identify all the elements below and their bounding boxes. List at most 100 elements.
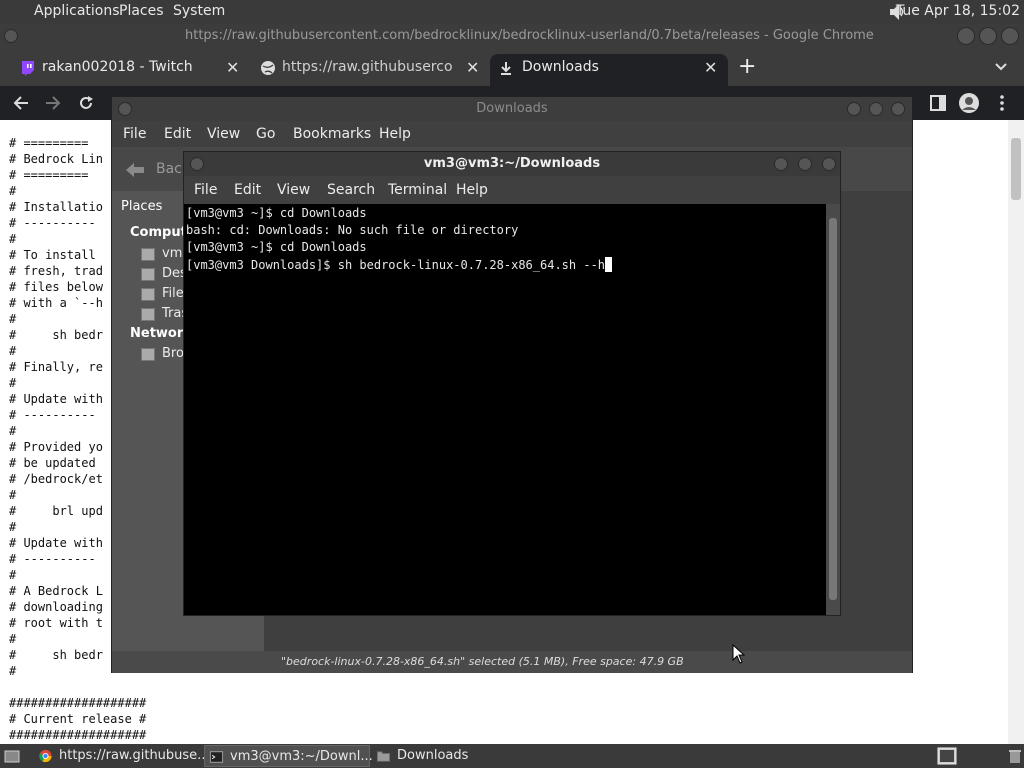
maximize-button[interactable]	[869, 102, 883, 116]
menu-terminal[interactable]: Terminal	[388, 182, 447, 198]
terminal-output[interactable]: [vm3@vm3 ~]$ cd Downloads bash: cd: Down…	[184, 204, 826, 615]
chrome-icon	[39, 749, 52, 763]
minimize-button[interactable]	[847, 102, 861, 116]
back-arrow-icon[interactable]	[124, 161, 146, 179]
maximize-button[interactable]	[798, 157, 812, 171]
close-button[interactable]	[822, 157, 836, 171]
menu-go[interactable]: Go	[256, 126, 275, 142]
menu-help[interactable]: Help	[379, 126, 411, 142]
back-button-label[interactable]: Bac	[156, 161, 182, 177]
page-text-line: # sh bedr	[9, 648, 103, 662]
maximize-button[interactable]	[979, 27, 997, 45]
terminal-titlebar[interactable]: vm3@vm3:~/Downloads	[184, 152, 840, 176]
show-desktop-icon[interactable]	[4, 748, 20, 764]
menu-file[interactable]: File	[194, 182, 217, 198]
kebab-menu-icon[interactable]	[998, 94, 1006, 112]
window-menu-button[interactable]	[190, 157, 204, 171]
page-text-line: #	[9, 376, 17, 390]
page-text-line: #	[9, 424, 17, 438]
top-panel: Applications Places System Tue Apr 18, 1…	[0, 0, 1024, 24]
menu-edit[interactable]: Edit	[234, 182, 261, 198]
new-tab-button[interactable]: +	[738, 54, 756, 79]
menu-edit[interactable]: Edit	[164, 126, 191, 142]
window-menu-button[interactable]	[118, 102, 132, 116]
tab-label: Downloads	[522, 59, 599, 75]
page-text-line: #	[9, 568, 17, 582]
clock[interactable]: Tue Apr 18, 15:02	[896, 3, 1020, 19]
profile-avatar-icon[interactable]	[958, 92, 980, 114]
minimize-button[interactable]	[957, 27, 975, 45]
file-manager-title: Downloads	[476, 101, 548, 116]
tab-twitch[interactable]: rakan002018 - Twitch ✕	[18, 54, 246, 86]
sidebar-item-filesystem[interactable]: File	[162, 286, 184, 301]
system-menu[interactable]: System	[173, 3, 225, 19]
terminal-menubar: File Edit View Search Terminal Help	[184, 176, 840, 204]
sidepanel-icon[interactable]	[930, 95, 946, 111]
tab-label: https://raw.githubusercontent.c	[282, 59, 452, 75]
page-text-line: # A Bedrock L	[9, 584, 103, 598]
menu-file[interactable]: File	[123, 126, 146, 142]
network-icon	[141, 348, 155, 361]
tab-raw-github[interactable]: https://raw.githubusercontent.c ✕	[258, 54, 486, 86]
terminal-scroll-thumb[interactable]	[829, 218, 837, 600]
page-text-line: #	[9, 184, 17, 198]
sidebar-item-home[interactable]: vm	[162, 246, 182, 261]
page-text-line: #	[9, 232, 17, 246]
menu-help[interactable]: Help	[456, 182, 488, 198]
terminal-command: [vm3@vm3 Downloads]$ sh bedrock-linux-0.…	[186, 258, 606, 272]
close-button[interactable]	[1001, 27, 1019, 45]
taskbar-item-chrome[interactable]: https://raw.githubuse...	[34, 745, 210, 767]
file-manager-titlebar[interactable]: Downloads	[112, 97, 912, 121]
page-text-line: # downloading	[9, 600, 103, 614]
chrome-titlebar[interactable]: https://raw.githubusercontent.com/bedroc…	[0, 24, 1024, 48]
page-text-line: #	[9, 344, 17, 358]
close-tab-icon[interactable]: ✕	[466, 58, 479, 77]
reload-icon[interactable]	[77, 94, 95, 112]
filesystem-icon	[141, 288, 155, 301]
mouse-pointer-icon	[732, 644, 746, 664]
minimize-button[interactable]	[774, 157, 788, 171]
page-text-line: # Finally, re	[9, 360, 103, 374]
taskbar-item-terminal[interactable]: vm3@vm3:~/Downl...	[204, 745, 373, 767]
applications-menu[interactable]: Applications	[34, 3, 120, 19]
places-menu[interactable]: Places	[119, 3, 164, 19]
menu-view[interactable]: View	[207, 126, 240, 142]
terminal-prompt-line: [vm3@vm3 Downloads]$ sh bedrock-linux-0.…	[186, 257, 613, 272]
folder-icon	[376, 751, 391, 762]
page-text-line: # =========	[9, 168, 89, 182]
page-text-line: # Update with	[9, 536, 103, 550]
close-tab-icon[interactable]: ✕	[226, 58, 239, 77]
forward-arrow-icon[interactable]	[44, 94, 62, 112]
page-text-line: # Bedrock Lin	[9, 152, 103, 166]
trash-icon	[141, 308, 155, 321]
file-manager-statusbar: "bedrock-linux-0.7.28-x86_64.sh" selecte…	[112, 651, 912, 673]
status-text: "bedrock-linux-0.7.28-x86_64.sh" selecte…	[281, 655, 684, 668]
sidebar-item-browse-network[interactable]: Bro	[162, 346, 184, 361]
places-label[interactable]: Places	[121, 199, 162, 214]
page-text-line: # ----------	[9, 552, 96, 566]
page-scrollbar[interactable]	[1008, 120, 1024, 744]
page-text-line: # =========	[9, 136, 89, 150]
terminal-line: [vm3@vm3 ~]$ cd Downloads	[186, 240, 367, 254]
menu-bookmarks[interactable]: Bookmarks	[293, 126, 371, 142]
taskbar-label: https://raw.githubuse...	[59, 748, 210, 763]
chevron-down-icon[interactable]	[994, 62, 1008, 72]
bottom-panel: https://raw.githubuse... vm3@vm3:~/Downl…	[0, 744, 1024, 768]
trash-applet-icon[interactable]	[1008, 748, 1022, 764]
window-menu-button[interactable]	[4, 29, 18, 43]
back-arrow-icon[interactable]	[12, 94, 30, 112]
page-text-line: # be updated	[9, 456, 96, 470]
tab-downloads[interactable]: Downloads ✕	[490, 54, 728, 86]
close-button[interactable]	[891, 102, 905, 116]
page-text-line: # /bedrock/et	[9, 472, 103, 486]
close-tab-icon[interactable]: ✕	[704, 58, 717, 77]
page-scroll-thumb[interactable]	[1011, 138, 1021, 200]
page-text-line: # Installatio	[9, 200, 103, 214]
menu-view[interactable]: View	[277, 182, 310, 198]
page-text-line: # To install	[9, 248, 96, 262]
menu-search[interactable]: Search	[327, 182, 375, 198]
terminal-line: bash: cd: Downloads: No such file or dir…	[186, 223, 519, 237]
twitch-icon	[22, 61, 34, 76]
taskbar-item-downloads[interactable]: Downloads	[372, 745, 522, 767]
workspace-switcher-icon[interactable]	[937, 747, 957, 765]
